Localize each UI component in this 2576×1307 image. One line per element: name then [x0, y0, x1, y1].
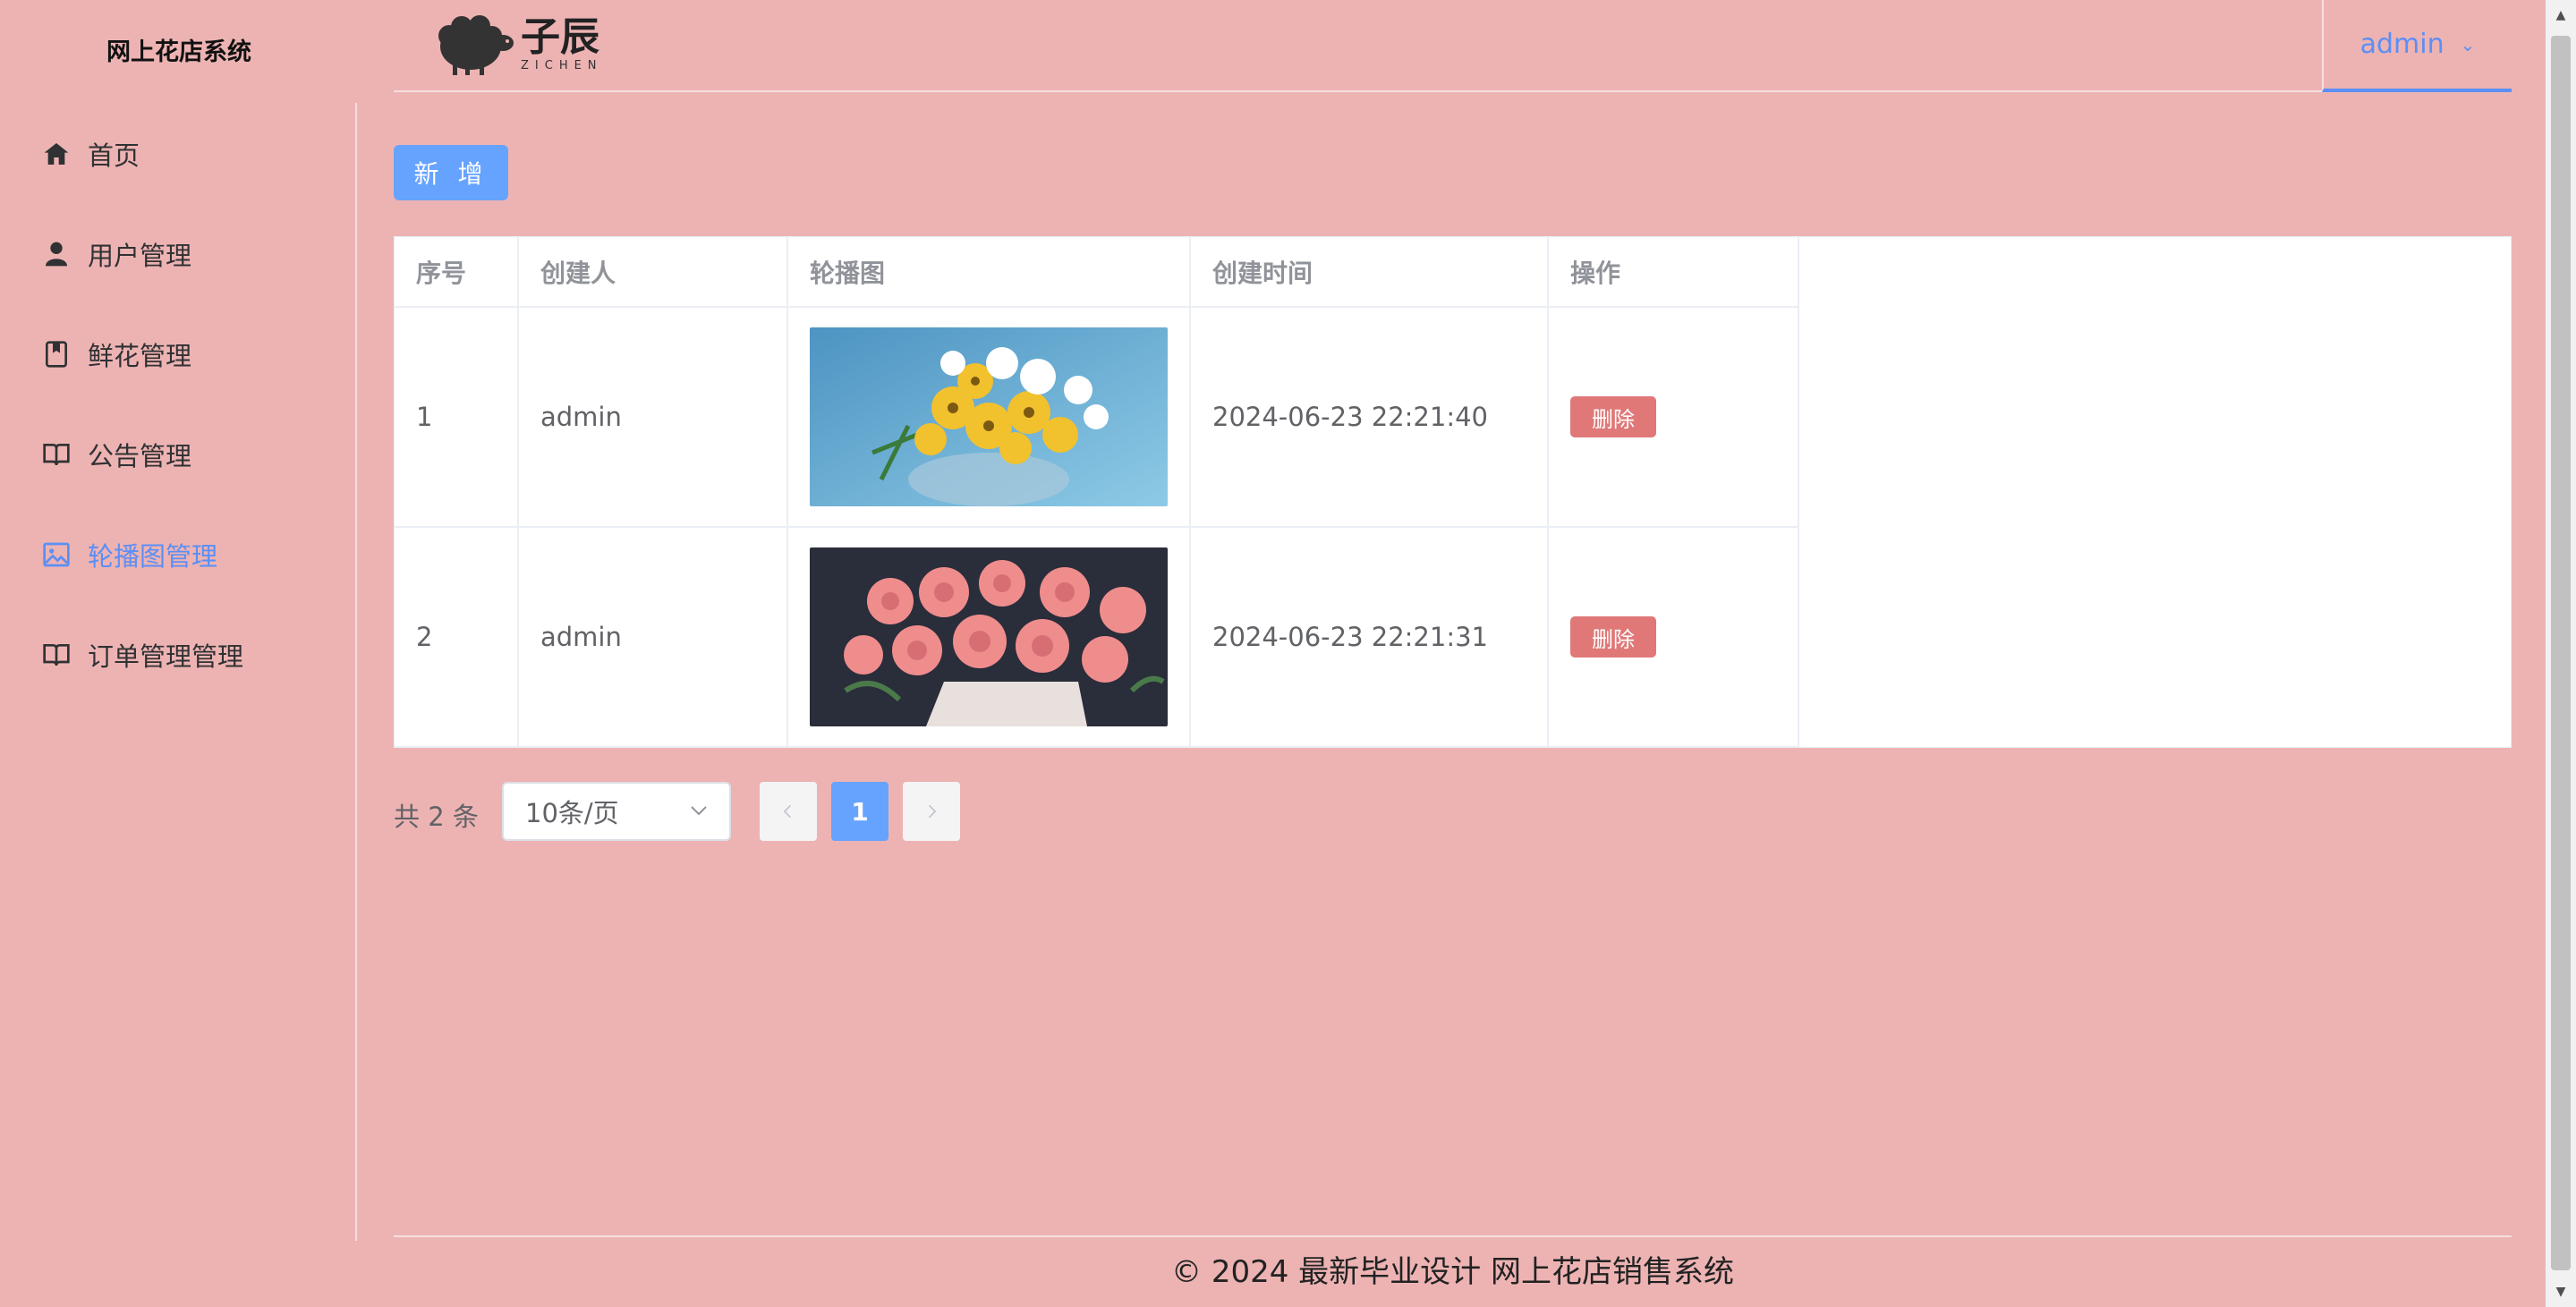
logo-subtitle: ZICHEN — [521, 59, 603, 72]
pagination: 共 2 条 10条/页 1 — [394, 782, 1467, 841]
cell-creator: admin — [518, 307, 788, 528]
app-brand: 网上花店系统 — [106, 38, 251, 66]
cell-creator: admin — [518, 527, 788, 748]
page-number-button[interactable]: 1 — [831, 782, 888, 841]
column-header-creator: 创建人 — [518, 237, 788, 308]
sidebar-item-label: 订单管理管理 — [88, 641, 244, 672]
sheep-logo-icon — [438, 15, 514, 75]
sidebar-item-label: 鲜花管理 — [88, 341, 192, 371]
carousel-image[interactable] — [810, 327, 1168, 506]
chevron-left-icon — [783, 804, 792, 819]
sidebar-item-label: 首页 — [88, 140, 140, 171]
sidebar-item-label: 轮播图管理 — [88, 541, 218, 572]
vertical-scrollbar[interactable]: ▲ ▼ — [2546, 0, 2576, 1307]
delete-button[interactable]: 删除 — [1570, 396, 1656, 437]
cell-actions: 删除 — [1548, 307, 1799, 528]
logo-title: 子辰 — [521, 14, 599, 60]
column-header-actions: 操作 — [1548, 237, 1799, 308]
sidebar-item-carousel[interactable]: 轮播图管理 — [0, 505, 354, 605]
scroll-up-icon[interactable]: ▲ — [2546, 0, 2576, 30]
table-row: 1 admin 2024-06-23 22:21:40 删除 — [395, 307, 1799, 528]
cell-index: 2 — [395, 527, 519, 748]
column-header-index: 序号 — [395, 237, 519, 308]
add-button[interactable]: 新 增 — [394, 145, 508, 200]
carousel-table: 序号 创建人 轮播图 创建时间 操作 1 admin 2024-06-23 22… — [394, 236, 2512, 748]
picture-icon — [41, 539, 72, 570]
page-size-value: 10条/页 — [525, 798, 619, 828]
user-icon — [41, 239, 72, 269]
cell-index: 1 — [395, 307, 519, 528]
sidebar-item-notices[interactable]: 公告管理 — [0, 404, 354, 505]
column-header-image: 轮播图 — [787, 237, 1191, 308]
notebook-icon — [41, 339, 72, 369]
scroll-down-icon[interactable]: ▼ — [2546, 1277, 2576, 1307]
sidebar-menu: 首页 用户管理 鲜花管理 公告管理 轮播图管理 订单管理管理 — [0, 104, 354, 705]
table-header-row: 序号 创建人 轮播图 创建时间 操作 — [395, 237, 1799, 308]
header: 子辰 ZICHEN admin ⌄ — [394, 0, 2512, 92]
footer-divider — [394, 1235, 2512, 1237]
scrollbar-thumb[interactable] — [2551, 36, 2571, 1270]
carousel-image[interactable] — [810, 547, 1168, 726]
pagination-total: 共 2 条 — [394, 802, 479, 832]
sidebar: 网上花店系统 首页 用户管理 鲜花管理 公告管理 轮播图管理 订单管理管理 — [0, 0, 358, 1307]
cell-actions: 删除 — [1548, 527, 1799, 748]
cell-image — [787, 307, 1191, 528]
table-row: 2 admin 2024-06-23 22:21:31 删除 — [395, 527, 1799, 748]
book-icon — [41, 439, 72, 470]
logo: 子辰 ZICHEN — [433, 13, 603, 77]
chevron-right-icon — [928, 804, 937, 819]
delete-button[interactable]: 删除 — [1570, 616, 1656, 658]
book-icon — [41, 640, 72, 670]
cell-image — [787, 527, 1191, 748]
user-dropdown[interactable]: admin ⌄ — [2322, 0, 2512, 92]
cell-time: 2024-06-23 22:21:40 — [1190, 307, 1549, 528]
sidebar-item-label: 公告管理 — [88, 441, 192, 471]
next-page-button[interactable] — [903, 782, 960, 841]
chevron-down-icon — [691, 806, 707, 816]
sidebar-item-users[interactable]: 用户管理 — [0, 204, 354, 304]
sidebar-item-flowers[interactable]: 鲜花管理 — [0, 304, 354, 404]
column-header-time: 创建时间 — [1190, 237, 1549, 308]
chevron-down-icon: ⌄ — [2460, 33, 2476, 55]
prev-page-button[interactable] — [760, 782, 817, 841]
sidebar-item-label: 用户管理 — [88, 241, 192, 271]
sidebar-divider — [355, 103, 357, 1241]
page-size-select[interactable]: 10条/页 — [502, 782, 731, 841]
user-name: admin — [2359, 29, 2444, 60]
footer-text: © 2024 最新毕业设计 网上花店销售系统 — [1171, 1254, 1734, 1290]
sidebar-item-home[interactable]: 首页 — [0, 104, 354, 204]
cell-time: 2024-06-23 22:21:31 — [1190, 527, 1549, 748]
sidebar-item-orders[interactable]: 订单管理管理 — [0, 605, 354, 705]
home-icon — [41, 139, 72, 169]
